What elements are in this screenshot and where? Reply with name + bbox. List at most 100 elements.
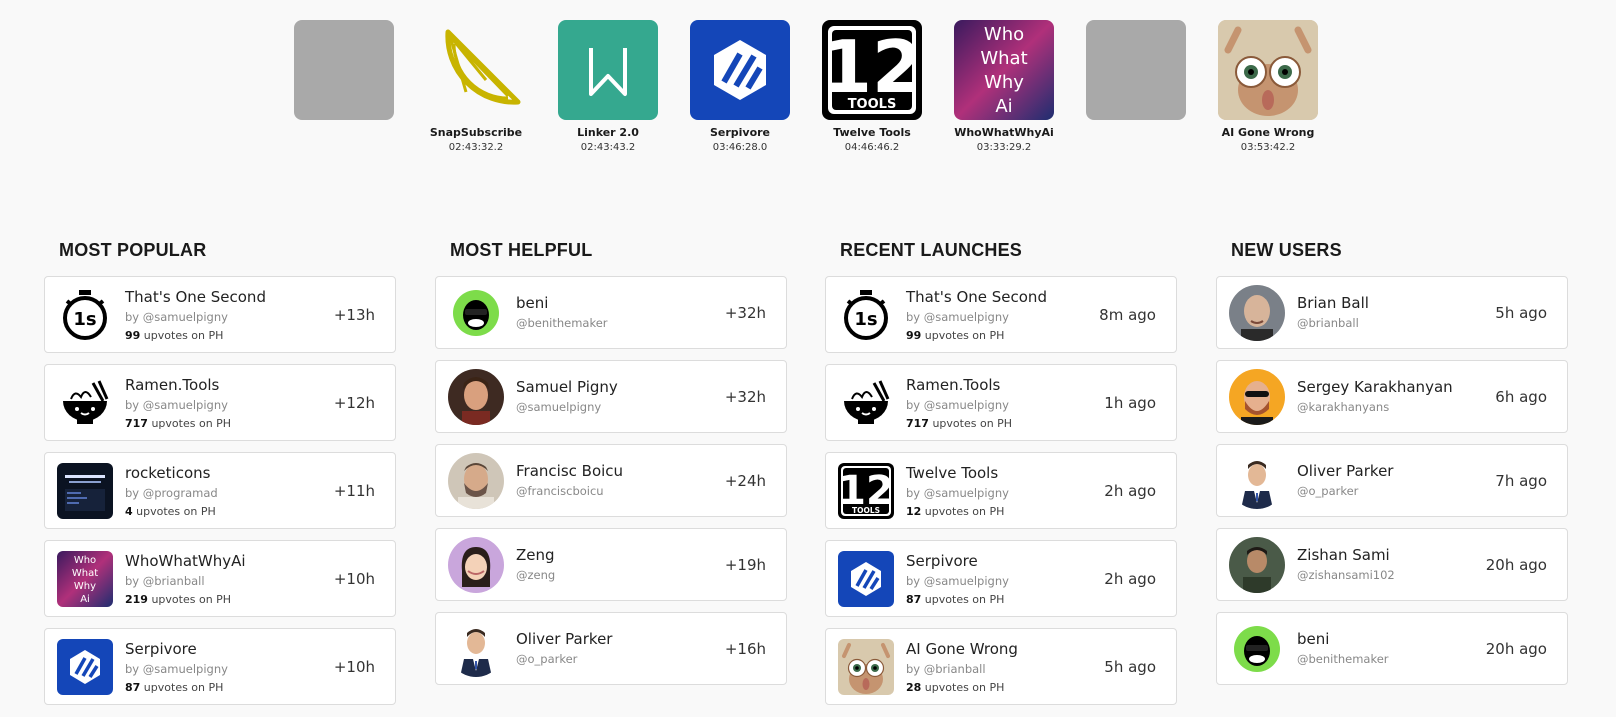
user-handle: @samuelpigny	[516, 400, 602, 414]
product-author: by @brianball	[906, 662, 986, 676]
user-card[interactable]: Zeng @zeng +19h	[435, 528, 787, 601]
upvote-count: 99 upvotes on PH	[906, 329, 1005, 342]
time-value: +11h	[333, 481, 375, 500]
placeholder-thumbnail	[294, 20, 394, 120]
time-value: +13h	[333, 305, 375, 324]
user-card[interactable]: Oliver Parker @o_parker 7h ago	[1216, 444, 1568, 517]
user-card[interactable]: Zishan Sami @zishansami102 20h ago	[1216, 528, 1568, 601]
timer-tile[interactable]: SnapSubscribe 02:43:32.2	[426, 20, 526, 153]
user-card[interactable]: Samuel Pigny @samuelpigny +32h	[435, 360, 787, 433]
serpivore-logo-icon	[838, 551, 894, 607]
user-name: Francisc Boicu	[516, 462, 624, 480]
timer-time: 03:33:29.2	[976, 142, 1032, 153]
product-title: WhoWhatWhyAi	[125, 552, 246, 570]
timer-name: WhoWhatWhyAi	[954, 126, 1054, 139]
timer-name: Twelve Tools	[833, 126, 911, 139]
timer-tile[interactable]	[1086, 20, 1186, 126]
user-card[interactable]: Oliver Parker @o_parker +16h	[435, 612, 787, 685]
linker-logo-icon	[558, 20, 658, 120]
user-card[interactable]: Brian Ball @brianball 5h ago	[1216, 276, 1568, 349]
timer-time: 02:43:43.2	[580, 142, 636, 153]
upvote-count: 99 upvotes on PH	[125, 329, 224, 342]
upvote-count: 717 upvotes on PH	[906, 417, 1013, 430]
product-author: by @samuelpigny	[125, 310, 228, 324]
section-heading: RECENT LAUNCHES	[840, 240, 1023, 260]
new-users-section: NEW USERS Brian Ball @brianball 5h ago S…	[1216, 240, 1568, 696]
product-title: Serpivore	[125, 640, 197, 658]
timer-tile[interactable]: Who What Why Ai WhoWhatWhyAi 03:33:29.2	[954, 20, 1054, 153]
upvote-count: 717 upvotes on PH	[125, 417, 232, 430]
time-value: 2h ago	[1104, 481, 1156, 500]
svg-text:Ai: Ai	[80, 594, 90, 605]
timer-time: 03:46:28.0	[712, 142, 768, 153]
timer-time: 04:46:46.2	[844, 142, 900, 153]
product-author: by @samuelpigny	[125, 662, 228, 676]
upvote-count: 4 upvotes on PH	[125, 505, 216, 518]
user-card[interactable]: beni @benithemaker +32h	[435, 276, 787, 349]
user-card[interactable]: Sergey Karakhanyan @karakhanyans 6h ago	[1216, 360, 1568, 433]
user-handle: @benithemaker	[516, 316, 608, 330]
user-handle: @zeng	[516, 568, 556, 582]
time-value: +12h	[333, 393, 375, 412]
twelve-tools-logo-icon: 12 TOOLS	[838, 463, 894, 519]
svg-text:1s: 1s	[73, 309, 96, 330]
user-name: Brian Ball	[1297, 294, 1369, 312]
product-title: That's One Second	[125, 288, 266, 306]
product-card[interactable]: Ramen.Tools by @samuelpigny 717 upvotes …	[825, 364, 1177, 441]
user-name: beni	[1297, 630, 1330, 648]
product-card[interactable]: Who What Why Ai WhoWhatWhyAi by @brianba…	[44, 540, 396, 617]
user-handle: @benithemaker	[1297, 652, 1389, 666]
timer-tile[interactable]: AI Gone Wrong 03:53:42.2	[1218, 20, 1318, 153]
timer-time: 03:53:42.2	[1240, 142, 1296, 153]
time-value: +16h	[724, 639, 766, 658]
timer-name: AI Gone Wrong	[1221, 126, 1315, 139]
timer-tile[interactable]	[294, 20, 394, 126]
user-name: beni	[516, 294, 549, 312]
timer-name: Serpivore	[709, 126, 771, 139]
svg-text:TOOLS: TOOLS	[848, 97, 897, 112]
user-card[interactable]: Francisc Boicu @franciscboicu +24h	[435, 444, 787, 517]
product-card[interactable]: Ramen.Tools by @samuelpigny 717 upvotes …	[44, 364, 396, 441]
avatar	[1229, 285, 1285, 341]
user-handle: @o_parker	[1297, 484, 1359, 498]
avatar	[448, 369, 504, 425]
time-value: 20h ago	[1485, 639, 1547, 658]
product-author: by @samuelpigny	[906, 486, 1009, 500]
product-author: by @programad	[125, 486, 218, 500]
svg-text:1s: 1s	[854, 309, 877, 330]
product-author: by @brianball	[125, 574, 205, 588]
product-title: AI Gone Wrong	[906, 640, 1018, 658]
recent-launches-section: RECENT LAUNCHES 1s That's One Second by …	[825, 240, 1177, 716]
product-card[interactable]: Serpivore by @samuelpigny 87 upvotes on …	[825, 540, 1177, 617]
most-helpful-section: MOST HELPFUL beni @benithemaker +32h Sam…	[435, 240, 787, 696]
time-value: +32h	[724, 387, 766, 406]
user-name: Zishan Sami	[1297, 546, 1390, 564]
upvote-count: 87 upvotes on PH	[906, 593, 1005, 606]
product-card[interactable]: 1s That's One Second by @samuelpigny 99 …	[44, 276, 396, 353]
product-title: Serpivore	[906, 552, 978, 570]
time-value: 5h ago	[1104, 657, 1156, 676]
product-title: Ramen.Tools	[125, 376, 220, 394]
upvote-count: 87 upvotes on PH	[125, 681, 224, 694]
product-card[interactable]: Serpivore by @samuelpigny 87 upvotes on …	[44, 628, 396, 705]
product-author: by @samuelpigny	[125, 398, 228, 412]
timer-tile[interactable]: 12 TOOLS Twelve Tools 04:46:46.2	[822, 20, 922, 153]
user-name: Samuel Pigny	[516, 378, 618, 396]
avatar	[1229, 621, 1285, 677]
user-name: Sergey Karakhanyan	[1297, 378, 1453, 396]
product-card[interactable]: 1s That's One Second by @samuelpigny 99 …	[825, 276, 1177, 353]
rocketicons-screenshot-icon	[57, 463, 113, 519]
user-card[interactable]: beni @benithemaker 20h ago	[1216, 612, 1568, 685]
timer-tile[interactable]: Serpivore 03:46:28.0	[690, 20, 790, 153]
avatar	[448, 621, 504, 677]
product-card[interactable]: AI Gone Wrong by @brianball 28 upvotes o…	[825, 628, 1177, 705]
whowhatwhyai-logo-icon: Who What Why Ai	[954, 20, 1054, 120]
timer-time: 02:43:32.2	[448, 142, 504, 153]
timer-name: SnapSubscribe	[429, 126, 523, 139]
product-card[interactable]: rocketicons by @programad 4 upvotes on P…	[44, 452, 396, 529]
product-author: by @samuelpigny	[906, 310, 1009, 324]
product-card[interactable]: 12 TOOLS Twelve Tools by @samuelpigny 12…	[825, 452, 1177, 529]
timer-tile[interactable]: Linker 2.0 02:43:43.2	[558, 20, 658, 153]
product-title: That's One Second	[906, 288, 1047, 306]
avatar	[448, 453, 504, 509]
